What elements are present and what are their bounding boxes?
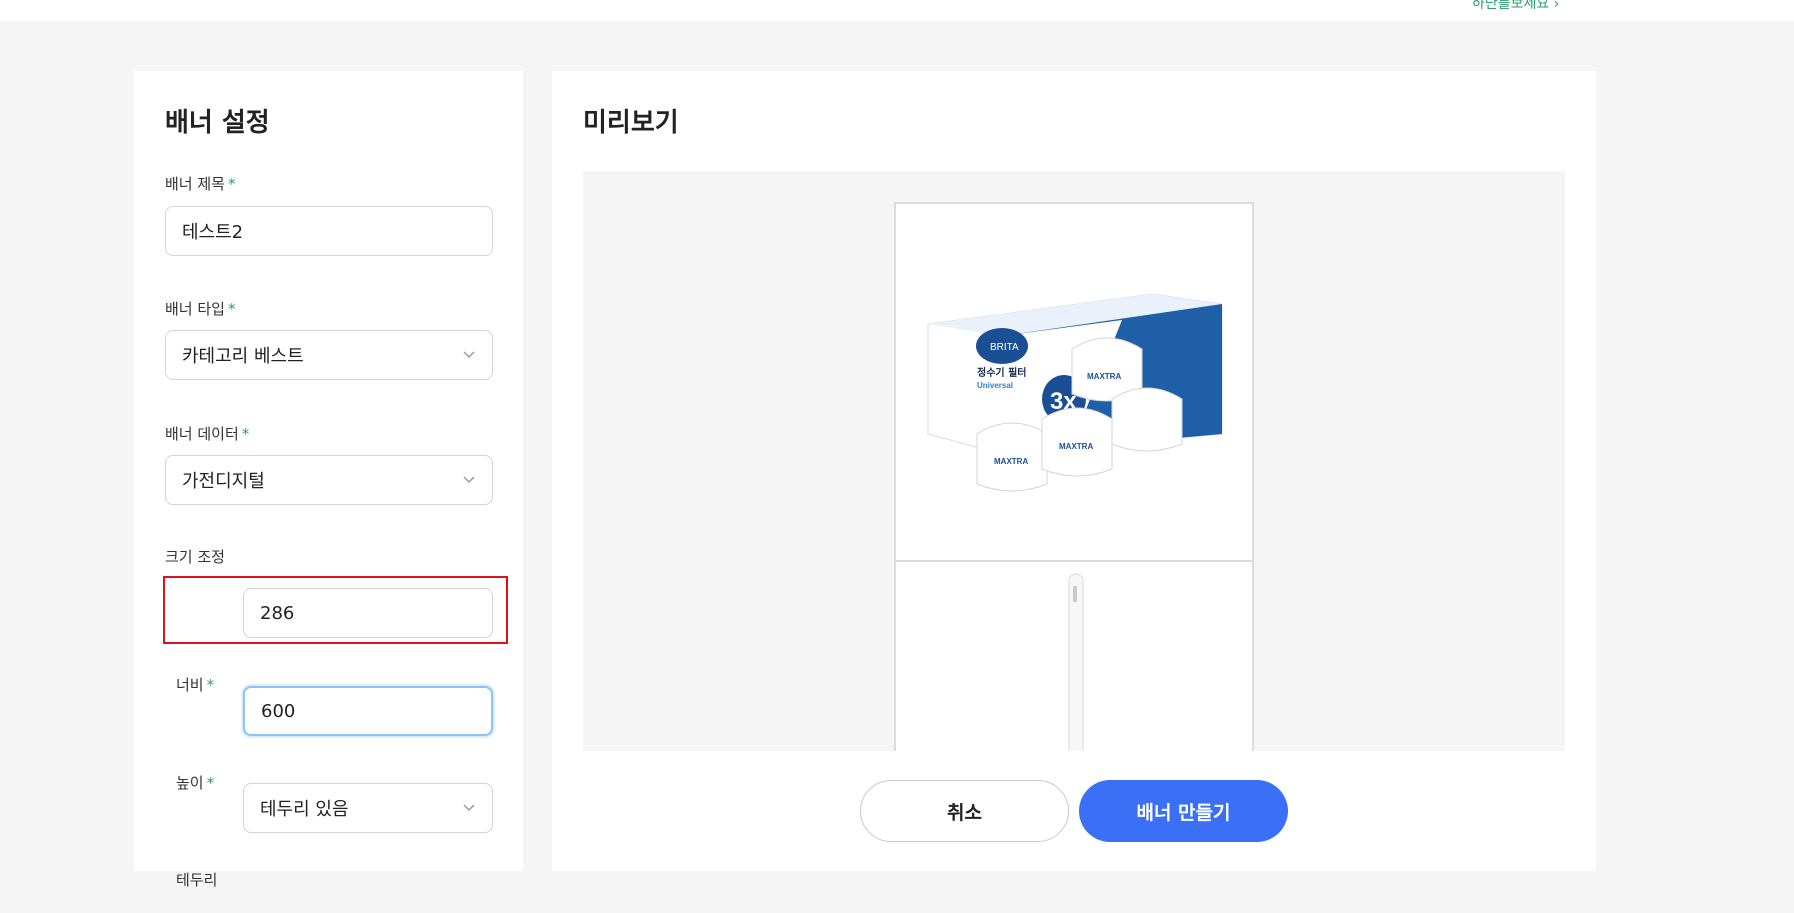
chevron-down-icon [463, 476, 475, 484]
height-label-text: 높이 [176, 774, 204, 792]
banner-title-label: 배너 제목 * [165, 173, 235, 194]
size-section-label: 크기 조정 [165, 548, 225, 566]
chevron-down-icon [463, 804, 475, 812]
banner-title-input[interactable] [165, 206, 493, 256]
height-input[interactable] [243, 686, 493, 736]
width-input[interactable] [243, 588, 493, 638]
banner-type-select[interactable]: 카테고리 베스트 [165, 330, 493, 380]
preview-divider [896, 560, 1252, 562]
product-line-text: MAXTRA [1059, 442, 1093, 451]
chevron-down-icon [463, 351, 475, 359]
banner-type-value: 카테고리 베스트 [182, 346, 304, 367]
product-brand-text: BRITA [990, 342, 1019, 353]
banner-data-label: 배너 데이터 * [165, 423, 249, 444]
required-mark: * [227, 175, 236, 193]
width-label-text: 너비 [176, 676, 204, 694]
product-line-text: MAXTRA [1087, 372, 1121, 381]
banner-settings-panel: 배너 설정 배너 제목* 배너 타입* 카테고리 베스트 배너 데이터* 가전디… [134, 71, 523, 889]
product-image-pencil[interactable] [1056, 564, 1096, 751]
product-image-brita[interactable]: BRITA 정수기 필터 Universal 3x MAXTRA MAXTRA … [922, 284, 1227, 519]
product-name-text: 정수기 필터 [977, 366, 1026, 379]
preview-panel: 미리보기 BRITA 정수기 필터 Universal 3x MAXTRA MA… [552, 71, 1596, 871]
product-sub-text: Universal [977, 381, 1013, 390]
top-bar: 하단를보세요 › [0, 0, 1794, 21]
top-link[interactable]: 하단를보세요 › [1472, 0, 1559, 13]
required-mark: * [241, 425, 250, 443]
required-mark: * [206, 676, 215, 694]
required-mark: * [206, 774, 215, 792]
width-label: 너비 * [176, 674, 214, 695]
banner-data-select[interactable]: 가전디지털 [165, 455, 493, 505]
border-value: 테두리 있음 [260, 799, 349, 820]
border-label: 테두리 [176, 871, 218, 889]
settings-title: 배너 설정 [165, 108, 270, 138]
create-banner-button[interactable]: 배너 만들기 [1079, 780, 1288, 842]
banner-data-value: 가전디지털 [182, 471, 265, 492]
cancel-button[interactable]: 취소 [860, 780, 1069, 842]
banner-preview-frame: BRITA 정수기 필터 Universal 3x MAXTRA MAXTRA … [894, 202, 1254, 751]
banner-title-label-text: 배너 제목 [165, 175, 225, 193]
border-select[interactable]: 테두리 있음 [243, 783, 493, 833]
height-label: 높이 * [176, 772, 214, 793]
product-line-text: MAXTRA [994, 457, 1028, 466]
required-mark: * [227, 300, 236, 318]
banner-type-label: 배너 타입 * [165, 298, 235, 319]
banner-type-label-text: 배너 타입 [165, 300, 225, 318]
preview-canvas: BRITA 정수기 필터 Universal 3x MAXTRA MAXTRA … [583, 171, 1565, 751]
preview-title: 미리보기 [583, 108, 679, 138]
banner-data-label-text: 배너 데이터 [165, 425, 239, 443]
